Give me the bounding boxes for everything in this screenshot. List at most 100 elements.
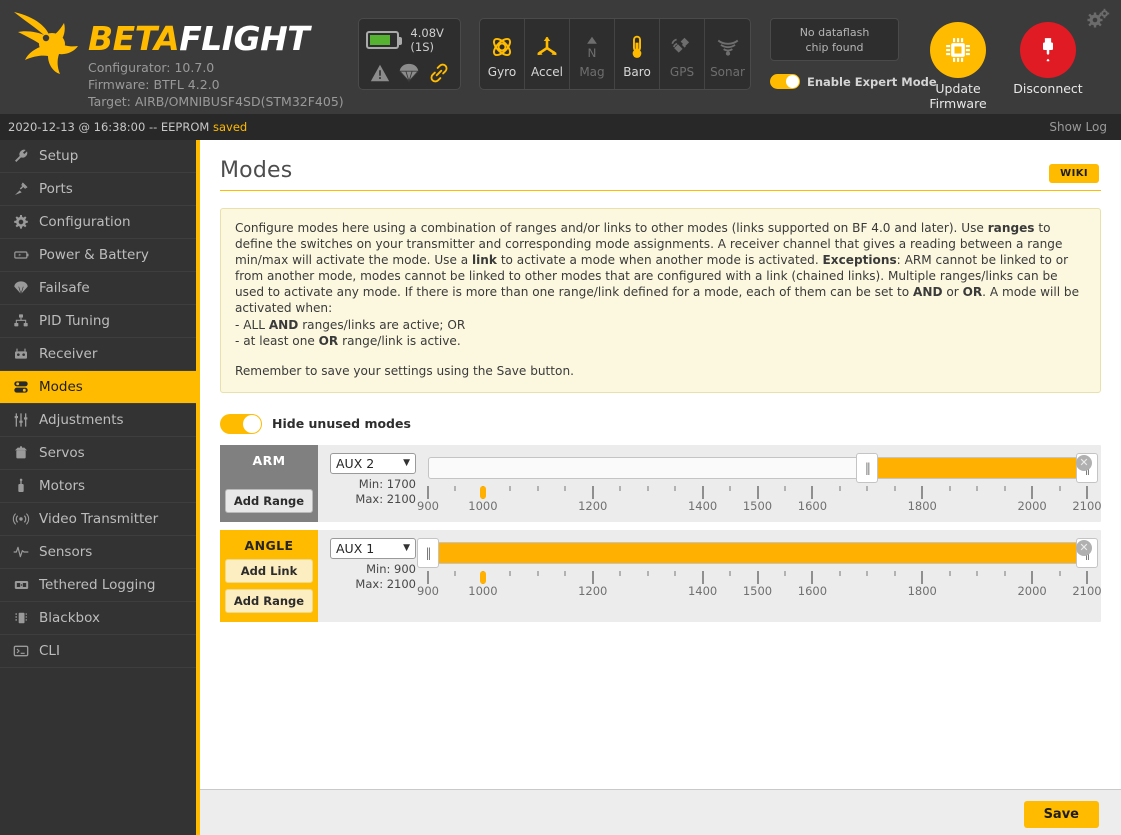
brand-logo: BETAFLIGHT Configurator: 10.7.0 Firmware…: [8, 8, 344, 110]
gyro-icon: [492, 37, 512, 56]
note-paragraph-2: Remember to save your settings using the…: [235, 363, 574, 378]
sidebar-item-label: Setup: [39, 148, 79, 164]
tick-label: 1400: [687, 498, 718, 513]
sidebar-item-failsafe[interactable]: Failsafe: [0, 272, 196, 305]
modes-list: ARMAdd RangeAUX 2▼Min: 1700Max: 2100‖‖90…: [220, 444, 1102, 622]
disconnect-label: Disconnect: [1013, 81, 1083, 96]
sensor-baro-label: Baro: [623, 64, 651, 79]
tick-label: 2000: [1017, 498, 1047, 513]
sidebar-item-blackbox[interactable]: Blackbox: [0, 602, 196, 635]
slider-range-fill: [428, 542, 1087, 563]
tick-label: 1500: [742, 498, 773, 513]
mag-icon: N: [587, 36, 597, 59]
show-log-button[interactable]: Show Log: [1049, 120, 1107, 134]
add-range-button[interactable]: Add Range: [225, 488, 313, 513]
settings-gear-icon[interactable]: [1085, 8, 1111, 30]
remove-range-button[interactable]: ✕: [1076, 454, 1092, 471]
range-max-label: Max: 2100: [355, 491, 416, 506]
log-timestamp: 2020-12-13 @ 16:38:00 -- EEPROM: [8, 120, 213, 134]
sidebar-item-adjustments[interactable]: Adjustments: [0, 404, 196, 437]
sidebar-item-configuration[interactable]: Configuration: [0, 206, 196, 239]
sidebar-item-label: Tethered Logging: [39, 577, 156, 593]
sidebar-item-pid-tuning[interactable]: PID Tuning: [0, 305, 196, 338]
target-name: Target: AIRB/OMNIBUSF4SD(STM32F405): [88, 94, 344, 109]
wiki-button[interactable]: WIKI: [1049, 164, 1099, 183]
sidebar-item-servos[interactable]: Servos: [0, 437, 196, 470]
sidebar-item-motors[interactable]: Motors: [0, 470, 196, 503]
sidebar-item-setup[interactable]: Setup: [0, 140, 196, 173]
sidebar-item-label: Adjustments: [39, 412, 124, 428]
tick-label: 1200: [578, 498, 608, 513]
slider-ticks: [427, 485, 1088, 499]
sidebar-item-label: Blackbox: [39, 610, 100, 626]
note-paragraph-1: Configure modes here using a combination…: [235, 221, 1080, 316]
slider-ticks: [427, 570, 1088, 584]
tick-label: 2100: [1072, 583, 1102, 598]
plug-icon: [10, 180, 32, 198]
sidebar-item-label: Video Transmitter: [39, 511, 159, 527]
channel-select[interactable]: AUX 1 ▼: [330, 537, 416, 559]
sidebar-item-cli[interactable]: CLI: [0, 635, 196, 668]
update-firmware-line1: Update: [935, 81, 981, 96]
accel-icon: [537, 36, 557, 55]
faders-icon: [10, 411, 32, 429]
expert-mode-toggle[interactable]: [770, 74, 800, 89]
sensor-gyro-label: Gyro: [487, 64, 517, 79]
terminal-icon: [10, 642, 32, 660]
sidebar-item-label: Sensors: [39, 544, 93, 560]
range-slider[interactable]: ‖‖90010001200140015001600180020002100: [417, 452, 1102, 513]
add-link-button[interactable]: Add Link: [225, 558, 313, 583]
battery-voltage-label: 4.08V (1S): [410, 26, 444, 54]
chevron-down-icon: ▼: [403, 458, 410, 469]
sensor-gps: GPS: [660, 19, 705, 89]
receiver-icon: [10, 345, 32, 363]
slider-handle-min[interactable]: ‖: [417, 537, 439, 568]
gear-icon: [10, 213, 32, 231]
chip-icon: [946, 38, 970, 62]
tick-label: 900: [417, 498, 439, 513]
sidebar-item-label: Modes: [39, 379, 83, 395]
tick-label: 1800: [907, 498, 937, 513]
blackbox-icon: [10, 609, 32, 627]
hide-unused-modes-row: Hide unused modes: [220, 413, 1121, 434]
battery-status-box: 4.08V (1S): [358, 18, 461, 90]
configurator-version: Configurator: 10.7.0: [88, 60, 215, 75]
sidebar-item-ports[interactable]: Ports: [0, 173, 196, 206]
sidebar-item-tethered-logging[interactable]: Tethered Logging: [0, 569, 196, 602]
title-divider: [220, 190, 1101, 191]
slider-tick-labels: 900 1000 1200 1400 1500 1600 1800 2000 2100: [417, 583, 1102, 598]
channel-select[interactable]: AUX 2 ▼: [330, 452, 416, 474]
mode-name: ANGLE: [244, 537, 294, 553]
save-button[interactable]: Save: [1023, 801, 1099, 828]
sidebar-item-modes[interactable]: Modes: [0, 371, 196, 404]
sidebar-item-label: Receiver: [39, 346, 98, 362]
warning-icon: [370, 64, 389, 82]
sidebar-item-label: Power & Battery: [39, 247, 149, 263]
hide-unused-modes-toggle[interactable]: [220, 413, 262, 434]
battery-icon: [10, 246, 32, 264]
note-bullet-1: - ALL AND ranges/links are active; OR: [235, 317, 466, 332]
tick-label: 1000: [468, 583, 498, 598]
sidebar-item-sensors[interactable]: Sensors: [0, 536, 196, 569]
slider-handle-min[interactable]: ‖: [856, 452, 879, 483]
tick-label: 1600: [797, 583, 828, 598]
servo-icon: [10, 444, 32, 462]
sidebar-item-label: CLI: [39, 643, 60, 659]
betaflight-bee-logo: [14, 12, 78, 74]
remove-range-button[interactable]: ✕: [1076, 539, 1092, 556]
add-range-button[interactable]: Add Range: [225, 588, 313, 613]
battery-icon: [366, 31, 403, 49]
sliders-icon: [10, 312, 32, 330]
firmware-version: Firmware: BTFL 4.2.0: [88, 77, 220, 92]
footer-bar: Save: [200, 789, 1121, 835]
tick-label: 1400: [687, 583, 718, 598]
note-bullet-2: - at least one OR range/link is active.: [235, 333, 461, 348]
range-slider[interactable]: ‖‖90010001200140015001600180020002100: [417, 537, 1102, 598]
update-firmware-button[interactable]: Update Firmware: [910, 22, 1006, 111]
sidebar-nav: Setup Ports Configuration Power & Battery Fa…: [0, 140, 196, 835]
disconnect-button[interactable]: Disconnect: [1000, 22, 1096, 96]
sidebar-item-label: Servos: [39, 445, 85, 461]
sidebar-item-video-transmitter[interactable]: Video Transmitter: [0, 503, 196, 536]
sidebar-item-receiver[interactable]: Receiver: [0, 338, 196, 371]
sidebar-item-power-battery[interactable]: Power & Battery: [0, 239, 196, 272]
